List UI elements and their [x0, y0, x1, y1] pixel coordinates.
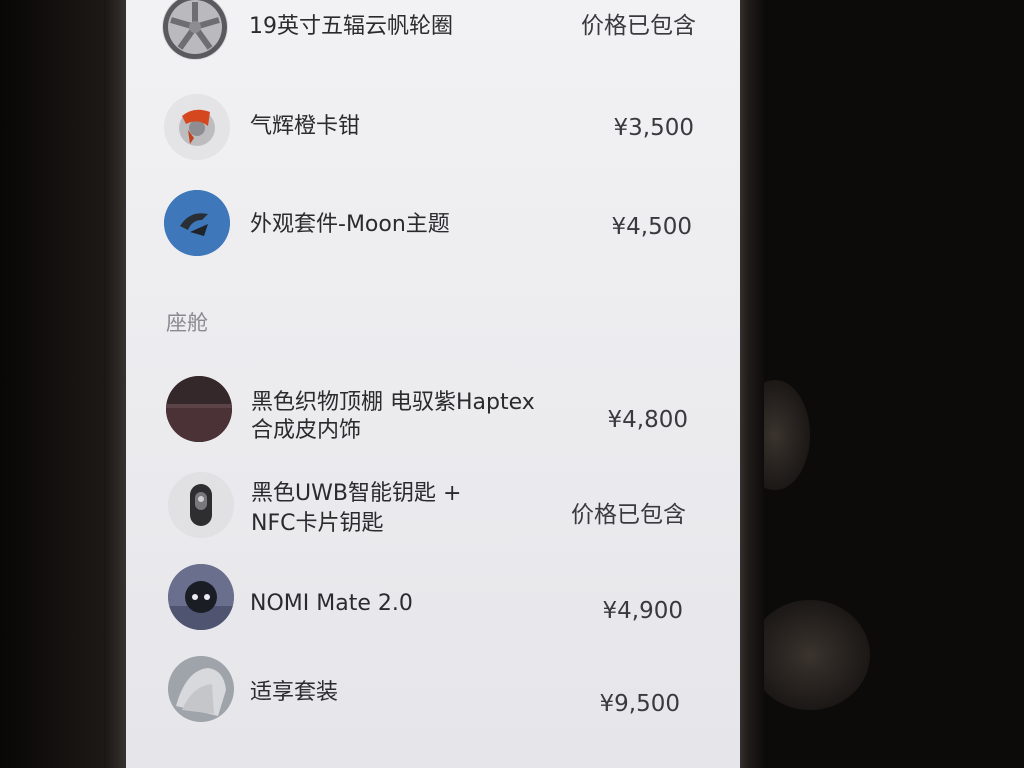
option-row-keys[interactable]: 黑色UWB智能钥匙 + NFC卡片钥匙 价格已包含	[126, 472, 740, 544]
seat-package-icon	[168, 656, 234, 722]
option-row-comfort-package[interactable]: 适享套装 ¥9,500	[126, 656, 740, 726]
background-left	[0, 0, 110, 768]
option-price: ¥4,500	[611, 214, 692, 240]
option-name-line2: NFC卡片钥匙	[251, 511, 384, 536]
wheel-icon	[162, 0, 228, 60]
phone-screen: 19英寸五辐云帆轮圈 价格已包含 气辉橙卡钳 ¥3,500 外观套件-Moon主…	[126, 0, 740, 768]
option-name: 气辉橙卡钳	[250, 114, 361, 139]
interior-icon	[166, 376, 232, 442]
option-name: 19英寸五辐云帆轮圈	[249, 14, 453, 39]
option-name-line2: 合成皮内饰	[251, 418, 362, 443]
section-title-cabin: 座舱	[166, 311, 208, 335]
option-price: ¥4,900	[602, 598, 683, 624]
brake-caliper-icon	[164, 94, 230, 160]
phone-bezel-left	[104, 0, 128, 768]
option-row-caliper[interactable]: 气辉橙卡钳 ¥3,500	[126, 94, 740, 164]
option-row-moon-theme[interactable]: 外观套件-Moon主题 ¥4,500	[126, 190, 740, 260]
option-price: ¥9,500	[599, 691, 680, 717]
nomi-robot-icon	[168, 564, 234, 630]
option-price: ¥3,500	[613, 115, 694, 141]
option-name: NOMI Mate 2.0	[250, 591, 413, 616]
option-price: 价格已包含	[571, 502, 686, 528]
option-row-nomi[interactable]: NOMI Mate 2.0 ¥4,900	[126, 564, 740, 634]
phone-bezel-right	[738, 0, 764, 768]
option-price: 价格已包含	[581, 13, 696, 39]
option-name: 外观套件-Moon主题	[250, 212, 450, 237]
key-icon	[168, 472, 234, 538]
option-row-wheel[interactable]: 19英寸五辐云帆轮圈 价格已包含	[126, 0, 740, 60]
option-name: 适享套装	[250, 680, 339, 705]
background-finger	[750, 600, 870, 710]
option-price: ¥4,800	[607, 407, 688, 433]
option-name-line1: 黑色织物顶棚 电驭紫Haptex	[251, 390, 535, 415]
option-row-interior[interactable]: 黑色织物顶棚 电驭紫Haptex 合成皮内饰 ¥4,800	[126, 376, 740, 448]
moon-theme-icon	[164, 190, 230, 256]
option-name-line1: 黑色UWB智能钥匙 +	[251, 481, 462, 506]
